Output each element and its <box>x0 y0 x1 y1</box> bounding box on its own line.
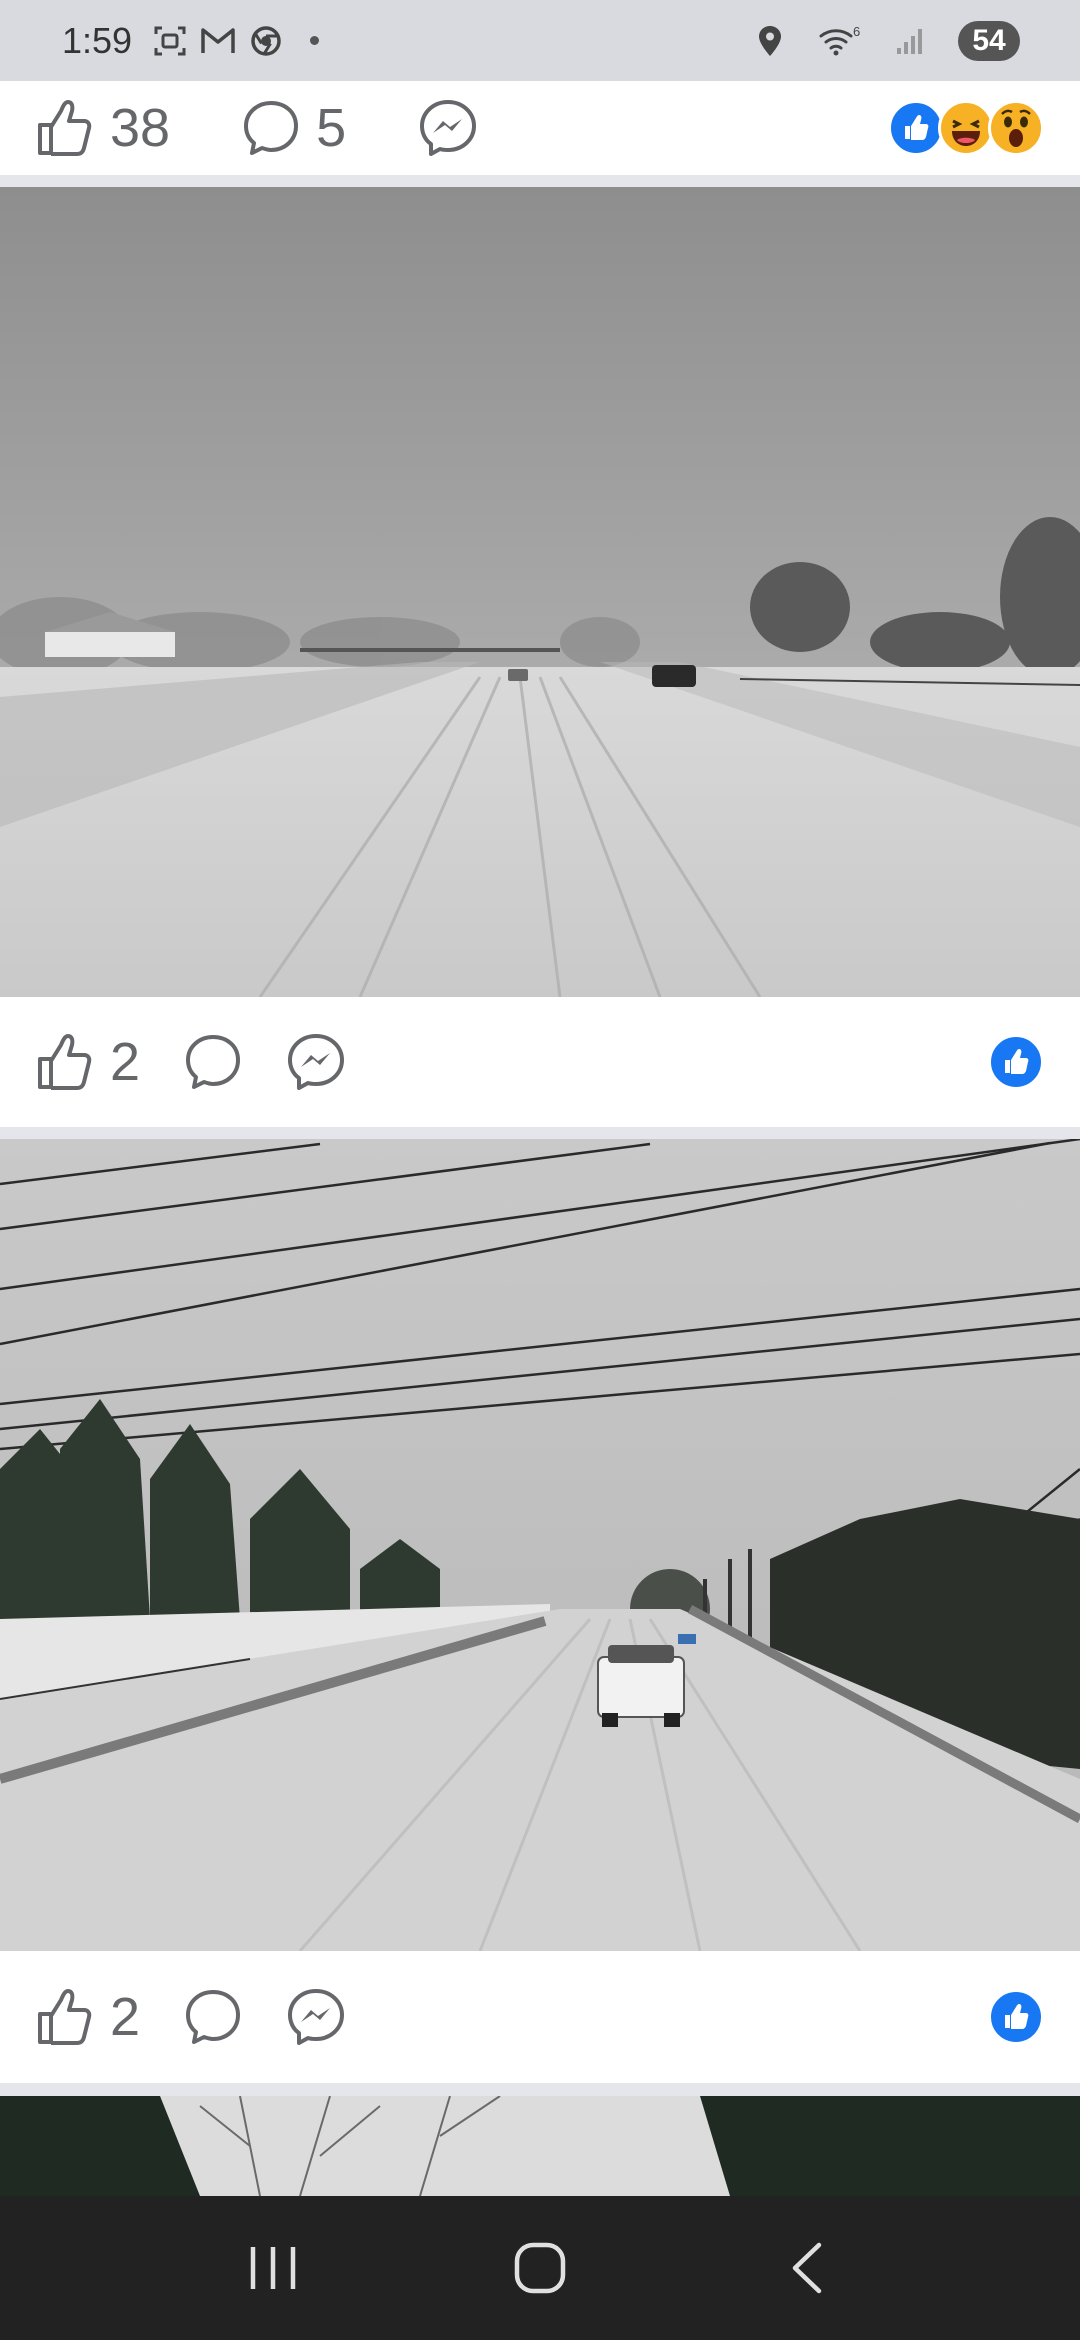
wow-reaction-icon <box>988 100 1044 156</box>
like-count: 2 <box>110 1987 141 2047</box>
like-count: 38 <box>110 98 171 158</box>
messenger-share-button[interactable] <box>286 1032 346 1092</box>
location-icon <box>752 23 788 59</box>
comment-icon <box>186 1035 241 1089</box>
thumbs-up-icon <box>38 1034 92 1090</box>
messenger-share-button[interactable] <box>418 98 478 158</box>
post-actions-2: 2 <box>0 997 1080 1127</box>
like-reaction-icon <box>888 100 944 156</box>
comment-button[interactable] <box>184 1988 242 2046</box>
reaction-summary[interactable] <box>988 1034 1044 1090</box>
notification-dot-icon <box>310 36 320 45</box>
comment-icon <box>186 1990 241 2044</box>
status-time: 1:59 <box>62 19 133 61</box>
like-button[interactable]: 2 <box>36 1986 140 2048</box>
messenger-icon <box>288 1989 345 2045</box>
post-actions-1: 38 5 <box>0 81 1080 175</box>
messenger-share-button[interactable] <box>286 1987 346 2047</box>
status-bar: 1:59 6 54 <box>0 0 1080 81</box>
battery-indicator: 54 <box>958 20 1020 61</box>
svg-text:6: 6 <box>853 24 860 39</box>
post-actions-3: 2 <box>0 1951 1080 2083</box>
messenger-icon <box>420 100 477 156</box>
system-nav-bar <box>0 2196 1080 2340</box>
gmail-icon <box>200 23 236 59</box>
chrome-icon <box>248 23 284 59</box>
snowy-trees-photo[interactable] <box>0 2096 1080 2196</box>
like-reaction-icon <box>988 1989 1044 2045</box>
wifi-6-icon: 6 <box>818 23 862 59</box>
recent-apps-icon[interactable] <box>233 2228 313 2308</box>
signal-icon <box>892 23 928 59</box>
haha-reaction-icon <box>938 100 994 156</box>
like-button[interactable]: 38 <box>36 97 170 159</box>
comment-count: 5 <box>316 98 347 158</box>
home-icon[interactable] <box>500 2228 580 2308</box>
snowy-highway-truck-photo[interactable] <box>0 1139 1080 1951</box>
like-reaction-icon <box>988 1034 1044 1090</box>
thumbs-up-icon <box>38 1989 92 2045</box>
comment-button[interactable] <box>184 1033 242 1091</box>
thumbs-up-icon <box>38 100 92 156</box>
screenshot-icon <box>152 23 188 59</box>
reaction-summary[interactable] <box>988 1989 1044 2045</box>
like-count: 2 <box>110 1032 141 1092</box>
comment-button[interactable]: 5 <box>242 97 346 159</box>
like-button[interactable]: 2 <box>36 1031 140 1093</box>
comment-icon <box>244 101 299 155</box>
back-icon[interactable] <box>767 2228 847 2308</box>
reaction-summary[interactable] <box>888 100 1044 156</box>
snowy-highway-photo[interactable] <box>0 187 1080 997</box>
messenger-icon <box>288 1034 345 1090</box>
